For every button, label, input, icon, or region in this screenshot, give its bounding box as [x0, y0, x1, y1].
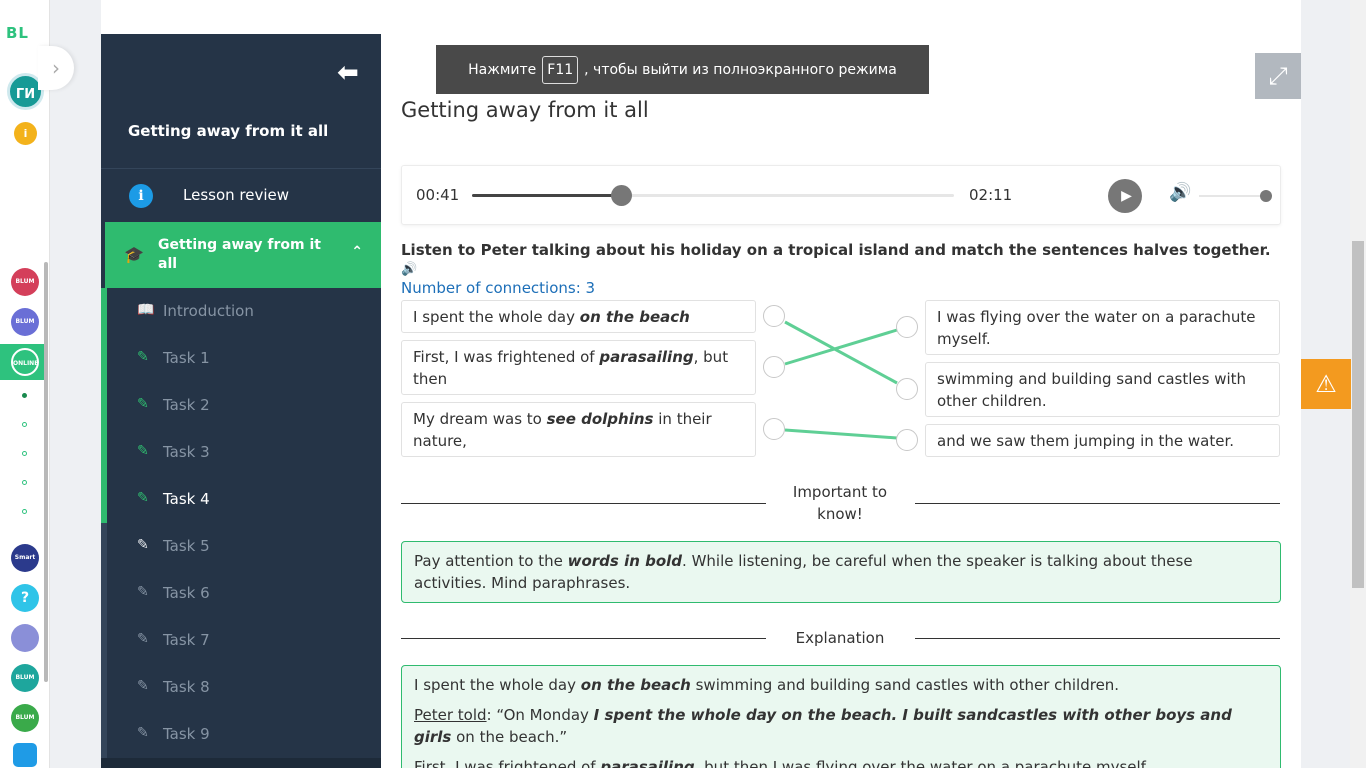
left-connector-2[interactable]: [763, 356, 785, 378]
connection-line-2: [784, 328, 898, 366]
right-sentence-3[interactable]: and we saw them jumping in the water.: [925, 424, 1280, 457]
fullscreen-notice: Нажмите F11 , чтобы выйти из полноэкранн…: [436, 45, 929, 94]
fullscreen-text-after: , чтобы выйти из полноэкранного режима: [584, 61, 897, 78]
section-divider-right: [915, 503, 1280, 504]
fullscreen-text-before: Нажмите: [468, 61, 537, 78]
fullscreen-toggle-icon[interactable]: ⤢: [1255, 53, 1301, 99]
warning-icon[interactable]: ⚠: [1301, 359, 1351, 409]
connection-line-1: [784, 320, 898, 385]
tip-box: Pay attention to the words in bold. Whil…: [401, 541, 1281, 603]
section-divider-left: [401, 638, 766, 639]
explanation-quote-post: on the beach.”: [451, 728, 568, 746]
right-connector-2[interactable]: [896, 378, 918, 400]
important-heading: Important to know!: [792, 483, 888, 523]
left-connector-3[interactable]: [763, 418, 785, 440]
explanation-line-3-bold: parasailing: [600, 758, 695, 768]
tip-pre: Pay attention to the: [414, 552, 568, 570]
explanation-line-1-pre: I spent the whole day: [414, 676, 581, 694]
tip-bold: words in bold: [567, 552, 683, 570]
page-scrollbar-thumb[interactable]: [1352, 241, 1364, 588]
explanation-quote: Peter told: “On Monday I spent the whole…: [414, 704, 1268, 748]
section-divider-right: [915, 638, 1280, 639]
section-divider-left: [401, 503, 766, 504]
connection-line-3: [784, 428, 898, 440]
f11-key: F11: [542, 55, 579, 84]
explanation-heading: Explanation: [795, 629, 885, 647]
speaker-name: Peter told: [414, 706, 487, 724]
right-connector-3[interactable]: [896, 429, 918, 451]
explanation-line-1-post: swimming and building sand castles with …: [690, 676, 1120, 694]
left-connector-1[interactable]: [763, 305, 785, 327]
right-sentence-2[interactable]: swimming and building sand castles with …: [925, 362, 1280, 417]
explanation-quote-pre: : “On Monday: [486, 706, 594, 724]
right-sentence-1[interactable]: I was flying over the water on a parachu…: [925, 300, 1280, 355]
explanation-line-3: First, I was frightened of parasailing, …: [414, 756, 1268, 768]
right-connector-1[interactable]: [896, 316, 918, 338]
explanation-line-3-pre: First, I was frightened of: [414, 758, 601, 768]
explanation-line-1-bold: on the beach: [580, 676, 691, 694]
explanation-line-3-post: , but then I was flying over the water o…: [694, 758, 1150, 768]
explanation-box: I spent the whole day on the beach swimm…: [401, 665, 1281, 768]
explanation-line-1: I spent the whole day on the beach swimm…: [414, 674, 1268, 696]
